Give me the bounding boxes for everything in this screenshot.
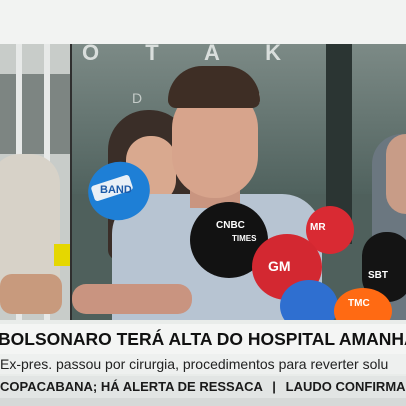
person-right-face xyxy=(386,134,406,214)
yellow-object xyxy=(54,244,70,266)
bottom-band xyxy=(0,398,406,406)
left-camera-panel xyxy=(0,44,70,320)
background-wall xyxy=(0,74,70,154)
person-arm xyxy=(0,274,62,314)
ticker-item: COPACABANA; HÁ ALERTA DE RESSACA xyxy=(0,379,263,394)
mic-label-times: TIMES xyxy=(232,234,257,243)
mic-label-globo: GM xyxy=(268,258,291,274)
mic-label-band: BAND xyxy=(100,184,132,196)
ticker-item: LAUDO CONFIRMA INT xyxy=(285,379,406,394)
headline: BOLSONARO TERÁ ALTA DO HOSPITAL AMANHÃ, … xyxy=(0,324,406,354)
reporter-hand xyxy=(72,284,192,314)
mic-label-mr: MR xyxy=(310,222,326,233)
subheadline: Ex-pres. passou por cirurgia, procedimen… xyxy=(0,354,406,374)
mic-label-tmc: TMC xyxy=(348,298,370,309)
mic-label-sbt: SBT xyxy=(368,270,388,281)
mic-label-cnbc: CNBC xyxy=(216,220,245,231)
microphone-blue xyxy=(280,280,338,320)
news-ticker: COPACABANA; HÁ ALERTA DE RESSACA | LAUDO… xyxy=(0,376,406,398)
main-camera-panel: O T A K D E D I BAND CNBC TIMES MR GM SB… xyxy=(72,44,406,320)
top-band xyxy=(0,0,406,44)
speaker-hair xyxy=(168,66,260,108)
ticker-separator: | xyxy=(272,379,276,394)
building-sign-top: O T A K xyxy=(82,44,302,65)
video-frame: O T A K D E D I BAND CNBC TIMES MR GM SB… xyxy=(0,44,406,320)
